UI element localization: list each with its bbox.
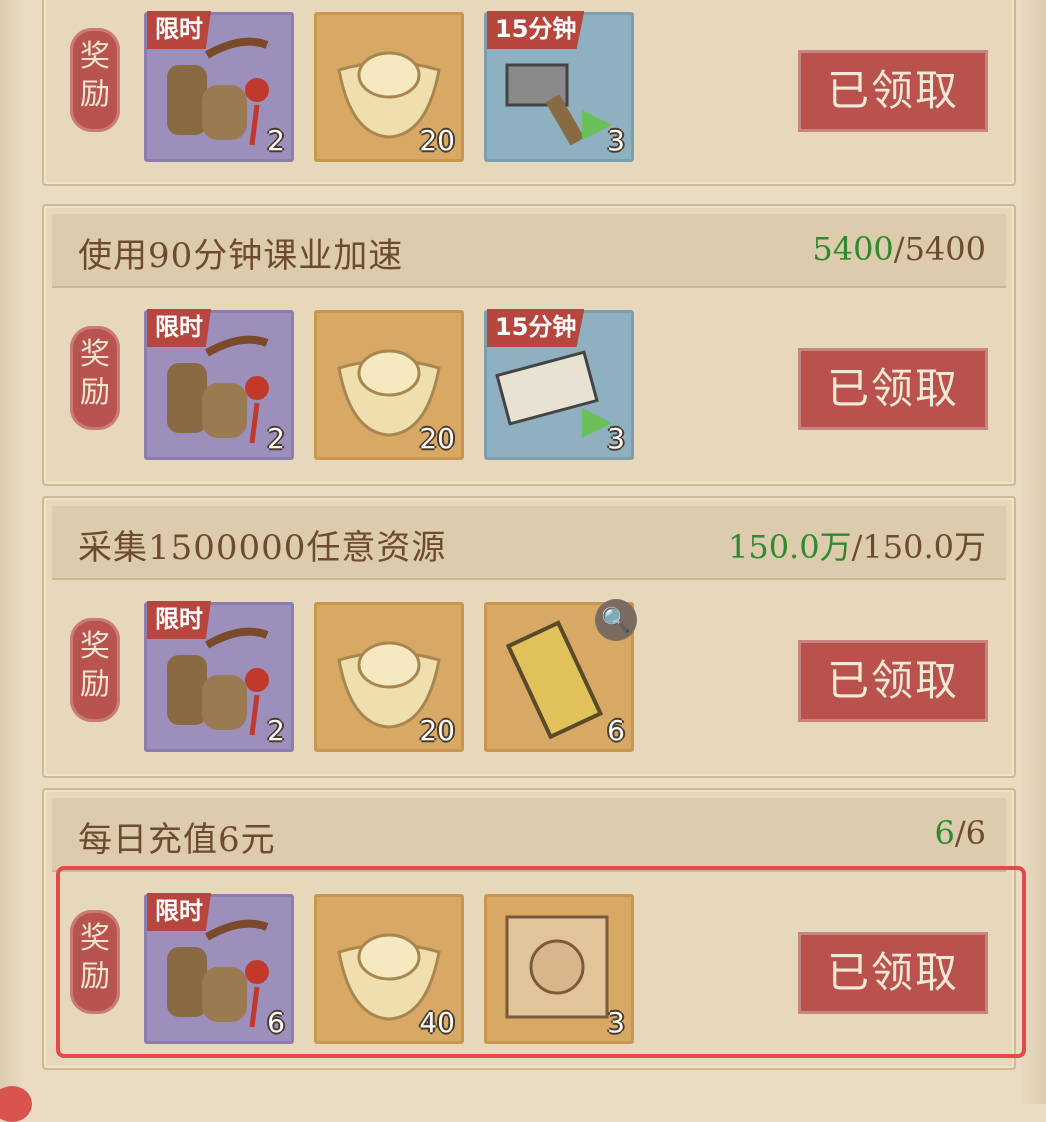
task-card: 使用90分钟课业加速 5400/5400 奖励 限时 2 20 15分钟 3 已… [42, 204, 1016, 486]
golden-token-icon[interactable]: 🔍 6 [484, 599, 637, 752]
item-count: 20 [419, 422, 455, 455]
progress-current: 5400 [812, 230, 894, 268]
task-progress: 150.0万/150.0万 [728, 522, 986, 568]
progress-current: 150.0万 [727, 528, 852, 566]
gold-ingot-icon[interactable]: 20 [314, 12, 464, 162]
task-card: 奖励 限时 2 20 15分钟 3 已领取 [42, 0, 1016, 186]
task-card: 采集1500000任意资源 150.0万/150.0万 奖励 限时 2 20 🔍 [42, 496, 1016, 778]
item-count: 2 [267, 422, 285, 455]
task-header: 每日充值6元 6/6 [52, 798, 1006, 872]
gold-ingot-icon[interactable]: 20 [314, 602, 464, 752]
highlight-frame [56, 866, 1026, 1058]
reward-row: 奖励 限时 2 20 15分钟 3 已领取 [44, 292, 1014, 468]
item-count: 20 [419, 124, 455, 157]
item-count: 20 [419, 714, 455, 747]
task-title: 每日充值6元 [78, 820, 276, 860]
task-header: 采集1500000任意资源 150.0万/150.0万 [52, 506, 1006, 580]
progress-total: /6 [954, 814, 986, 852]
reward-row: 奖励 限时 2 20 15分钟 3 已领取 [44, 0, 1014, 170]
progress-current: 6 [934, 814, 955, 852]
task-header: 使用90分钟课业加速 5400/5400 [52, 214, 1006, 288]
item-count: 6 [607, 714, 625, 747]
progress-total: /150.0万 [851, 528, 986, 566]
task-title: 使用90分钟课业加速 [78, 236, 404, 276]
claimed-button[interactable]: 已领取 [798, 640, 988, 722]
item-count: 3 [607, 124, 625, 157]
gold-ingot-icon[interactable]: 20 [314, 310, 464, 460]
task-title: 采集1500000任意资源 [78, 528, 447, 568]
task-progress: 6/6 [935, 814, 987, 852]
reward-row: 奖励 限时 2 20 🔍 6 已领取 [44, 584, 1014, 760]
pipe-charm-icon[interactable]: 限时 2 [144, 11, 294, 162]
notification-dot [0, 1086, 32, 1122]
pipe-charm-icon[interactable]: 限时 2 [144, 601, 294, 752]
hammer-speedup-icon[interactable]: 15分钟 3 [484, 11, 634, 162]
pipe-charm-icon[interactable]: 限时 2 [144, 309, 294, 460]
item-count: 2 [267, 124, 285, 157]
scroll-speedup-icon[interactable]: 15分钟 3 [484, 309, 634, 460]
progress-total: /5400 [893, 230, 986, 268]
reward-stamp: 奖励 [70, 618, 120, 722]
task-progress: 5400/5400 [812, 230, 986, 268]
item-count: 2 [267, 714, 285, 747]
reward-stamp: 奖励 [70, 28, 120, 132]
claimed-button[interactable]: 已领取 [798, 348, 988, 430]
item-count: 3 [607, 422, 625, 455]
claimed-button[interactable]: 已领取 [798, 50, 988, 132]
reward-stamp: 奖励 [70, 326, 120, 430]
